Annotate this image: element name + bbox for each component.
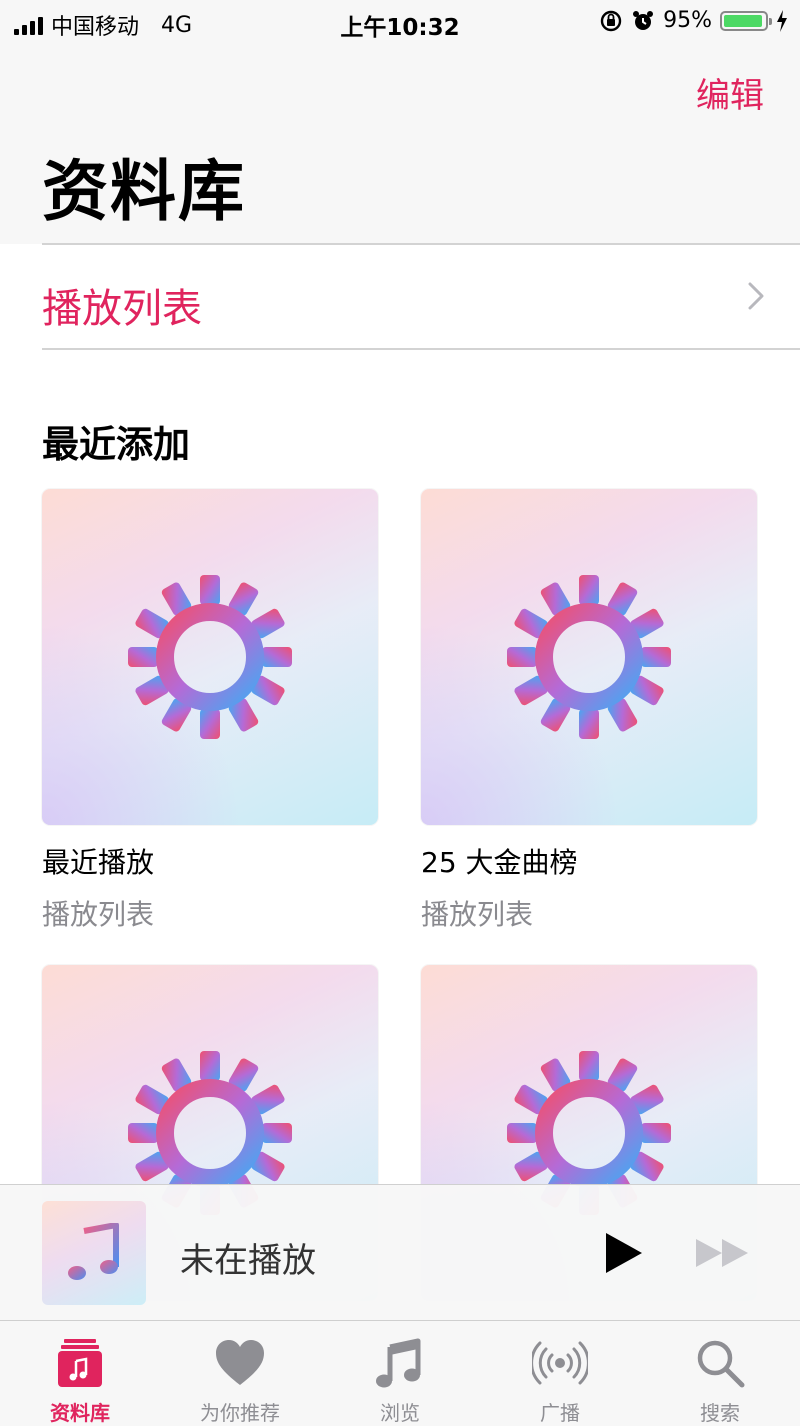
album-name: 最近播放 <box>42 846 155 879</box>
radio-icon <box>532 1341 588 1385</box>
playlists-row[interactable]: 播放列表 <box>0 246 800 348</box>
now-playing-title: 未在播放 <box>180 1241 316 1281</box>
divider <box>42 348 800 350</box>
edit-button[interactable]: 编辑 <box>696 68 764 117</box>
album-name: 25 大金曲榜 <box>421 846 578 879</box>
playlists-label: 播放列表 <box>42 286 202 332</box>
gear-icon <box>507 575 671 739</box>
tab-label: 资料库 <box>50 1401 110 1425</box>
status-bar: 中国移动 4G 上午10:32 95% <box>0 0 800 46</box>
section-title-recently-added: 最近添加 <box>42 423 190 466</box>
header: 编辑 资料库 <box>0 46 800 244</box>
play-icon[interactable] <box>604 1231 644 1275</box>
page-title: 资料库 <box>42 153 246 230</box>
chevron-right-icon <box>748 282 764 310</box>
gear-icon <box>128 575 292 739</box>
tab-label: 广播 <box>540 1401 580 1425</box>
tab-search[interactable]: 搜索 <box>640 1321 800 1426</box>
music-note-icon <box>68 1223 119 1280</box>
album-art[interactable] <box>42 489 378 825</box>
mini-player-artwork[interactable] <box>42 1201 146 1305</box>
album-subtitle: 播放列表 <box>42 898 155 931</box>
fast-forward-icon[interactable] <box>694 1237 752 1269</box>
album-subtitle: 播放列表 <box>421 898 534 931</box>
tab-label: 浏览 <box>380 1401 420 1425</box>
album-art[interactable] <box>421 489 757 825</box>
music-note-icon <box>376 1338 421 1388</box>
charging-icon <box>777 9 787 32</box>
tab-bar: 资料库 为你推荐 浏览 广播 搜索 <box>0 1320 800 1426</box>
tab-library[interactable]: 资料库 <box>0 1321 160 1426</box>
battery-icon <box>720 10 772 31</box>
tab-browse[interactable]: 浏览 <box>320 1321 480 1426</box>
battery-percent: 95% <box>663 8 712 33</box>
heart-icon <box>216 1340 264 1385</box>
rotation-lock-icon <box>600 10 622 31</box>
library-icon <box>58 1339 102 1387</box>
tab-label: 为你推荐 <box>200 1401 280 1425</box>
mini-player[interactable]: 未在播放 <box>0 1184 800 1321</box>
alarm-icon <box>633 10 654 30</box>
album-card[interactable]: 25 大金曲榜 播放列表 <box>421 489 757 933</box>
album-card[interactable]: 最近播放 播放列表 <box>42 489 378 933</box>
tab-for-you[interactable]: 为你推荐 <box>160 1321 320 1426</box>
divider <box>42 243 800 245</box>
tab-radio[interactable]: 广播 <box>480 1321 640 1426</box>
tab-label: 搜索 <box>700 1401 740 1425</box>
search-icon <box>697 1340 745 1388</box>
